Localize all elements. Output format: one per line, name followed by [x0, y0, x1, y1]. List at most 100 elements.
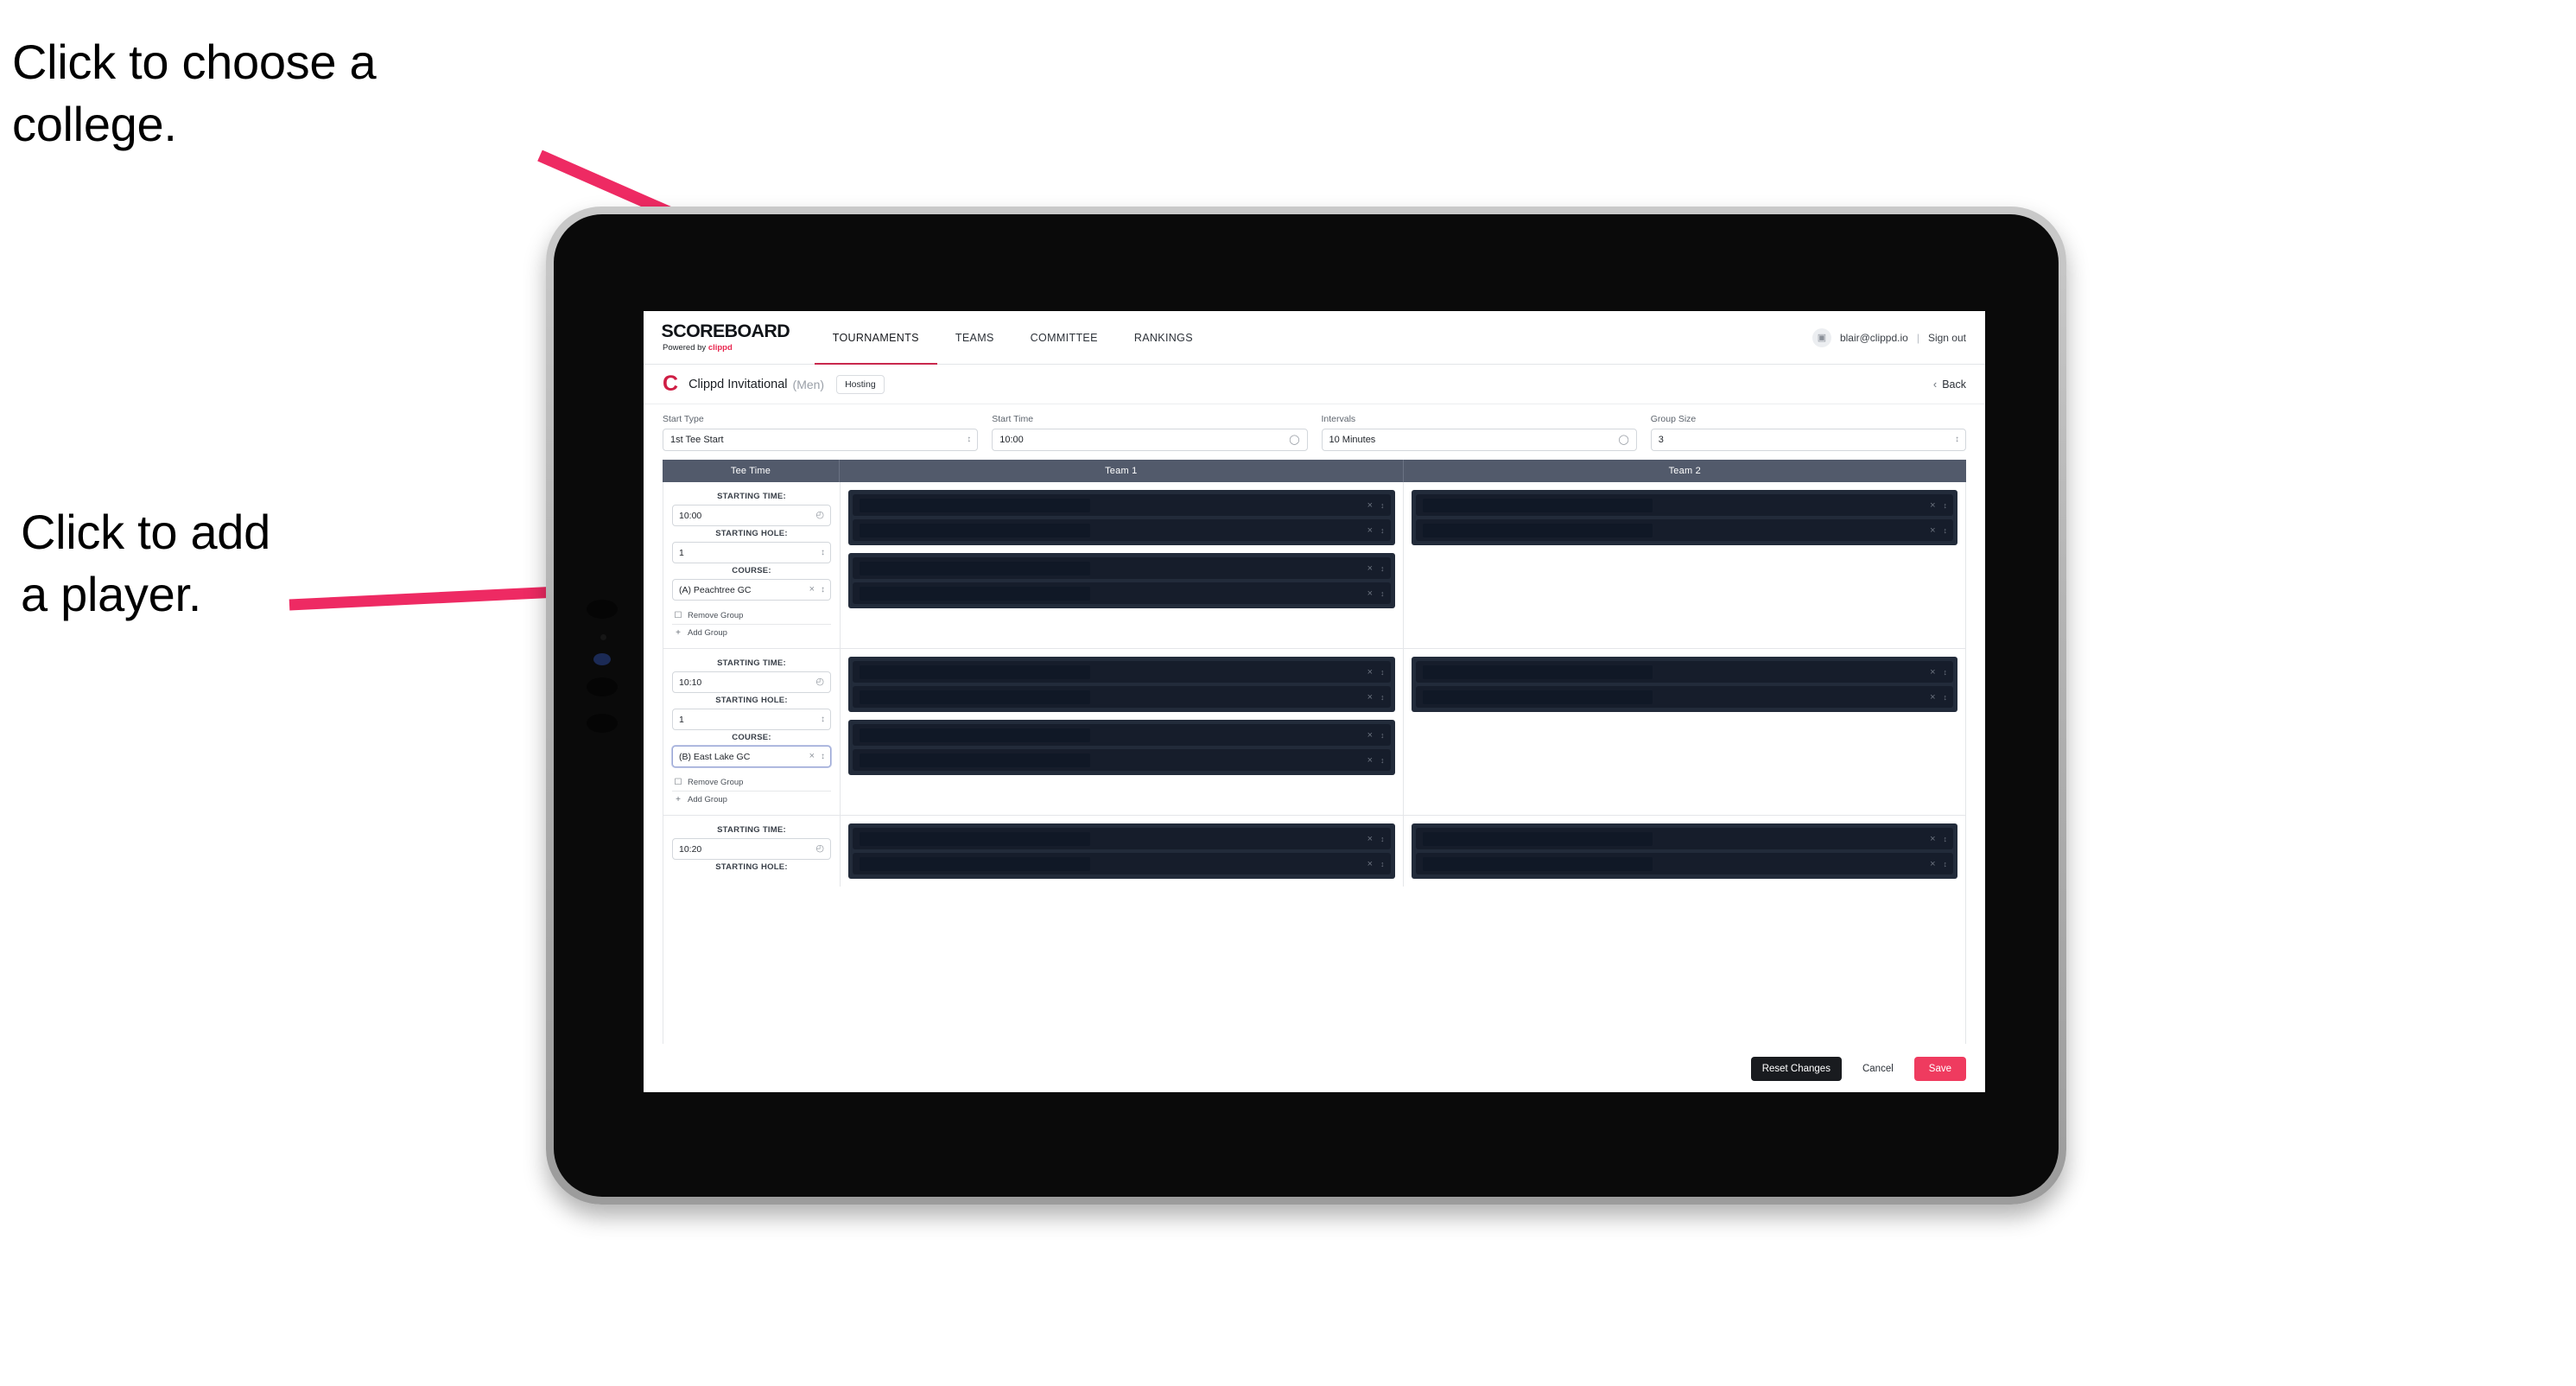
tab-tournaments[interactable]: TOURNAMENTS: [814, 311, 937, 365]
player-slot[interactable]: × ↕: [853, 661, 1391, 683]
player-slot[interactable]: × ↕: [1415, 661, 1953, 683]
reset-changes-button[interactable]: Reset Changes: [1750, 1056, 1842, 1081]
remove-group-button[interactable]: ☐ Remove Group: [672, 607, 831, 625]
close-icon[interactable]: ×: [1367, 525, 1373, 536]
course-select[interactable]: (B) East Lake GC × ↕: [672, 746, 831, 767]
speaker-icon: [587, 677, 618, 696]
add-group-button[interactable]: + Add Group: [672, 792, 831, 808]
tab-teams[interactable]: TEAMS: [937, 311, 1012, 364]
close-icon[interactable]: ×: [1930, 859, 1935, 869]
player-slot[interactable]: × ↕: [853, 828, 1391, 849]
brand-logo[interactable]: SCOREBOARD Powered by clippd: [662, 311, 815, 364]
stepper-icon[interactable]: ↕: [1380, 756, 1384, 765]
player-slot[interactable]: × ↕: [853, 582, 1391, 604]
stepper-icon[interactable]: ↕: [1380, 835, 1384, 843]
player-slot[interactable]: × ↕: [853, 557, 1391, 579]
close-icon[interactable]: ×: [1367, 588, 1373, 599]
close-icon[interactable]: ×: [1367, 834, 1373, 844]
player-slot[interactable]: × ↕: [1415, 494, 1953, 516]
player-group: × ↕ × ↕: [848, 553, 1395, 608]
starting-time-input[interactable]: 10:00 ◴: [672, 505, 831, 526]
stepper-icon[interactable]: ↕: [1380, 860, 1384, 868]
starting-hole-input[interactable]: 1 ↕: [672, 542, 831, 563]
player-slot[interactable]: × ↕: [853, 519, 1391, 541]
group-size-select[interactable]: 3 ↕: [1650, 429, 1966, 451]
stepper-icon[interactable]: ↕: [821, 548, 825, 557]
close-icon[interactable]: ×: [1367, 500, 1373, 511]
cancel-button[interactable]: Cancel: [1854, 1057, 1902, 1081]
player-group: × ↕ × ↕: [1411, 490, 1957, 545]
starting-time-input[interactable]: 10:10 ◴: [672, 671, 831, 693]
player-name-redacted: [860, 561, 1090, 575]
player-slot[interactable]: × ↕: [853, 749, 1391, 771]
avatar[interactable]: ▣: [1811, 327, 1831, 347]
player-slot[interactable]: × ↕: [1415, 519, 1953, 541]
player-slot[interactable]: × ↕: [1415, 686, 1953, 708]
player-slot[interactable]: × ↕: [853, 686, 1391, 708]
trash-icon: ☐: [674, 611, 682, 620]
stepper-icon[interactable]: ↕: [1380, 668, 1384, 677]
stepper-icon[interactable]: ↕: [1380, 501, 1384, 510]
close-icon[interactable]: ×: [1367, 563, 1373, 574]
save-button[interactable]: Save: [1913, 1056, 1966, 1081]
close-icon[interactable]: ×: [1930, 525, 1935, 536]
plus-icon: +: [676, 795, 681, 804]
clock-icon[interactable]: ◴: [815, 844, 824, 854]
stepper-icon[interactable]: ↕: [1380, 526, 1384, 535]
close-icon[interactable]: ×: [1367, 692, 1373, 703]
remove-group-label: Remove Group: [688, 778, 744, 787]
stepper-icon[interactable]: ↕: [1944, 526, 1947, 535]
annotation-add-player: Click to add a player.: [21, 505, 270, 621]
close-icon[interactable]: ×: [1367, 667, 1373, 677]
clock-icon[interactable]: ◯: [1289, 435, 1299, 445]
stepper-icon[interactable]: ↕: [1944, 835, 1947, 843]
stepper-icon[interactable]: ↕: [1944, 501, 1947, 510]
team-1-cell: × ↕ × ↕ × ↕ × ↕: [841, 482, 1404, 648]
stepper-icon[interactable]: ↕: [821, 585, 825, 594]
intervals-input[interactable]: 10 Minutes ◯: [1321, 429, 1637, 451]
close-icon[interactable]: ×: [809, 752, 815, 761]
close-icon[interactable]: ×: [1930, 667, 1935, 677]
stepper-icon[interactable]: ↕: [821, 715, 825, 724]
stepper-icon[interactable]: ↕: [1380, 731, 1384, 740]
player-slot[interactable]: × ↕: [1415, 853, 1953, 874]
close-icon[interactable]: ×: [1367, 859, 1373, 869]
player-slot[interactable]: × ↕: [853, 853, 1391, 874]
back-button[interactable]: ‹ Back: [1933, 378, 1966, 391]
stepper-icon[interactable]: ↕: [1955, 436, 1959, 444]
clock-icon[interactable]: ◯: [1618, 435, 1628, 445]
stepper-icon[interactable]: ↕: [967, 436, 971, 444]
close-icon[interactable]: ×: [1930, 500, 1935, 511]
stepper-icon[interactable]: ↕: [1944, 860, 1947, 868]
sign-out-link[interactable]: Sign out: [1928, 332, 1966, 344]
tab-rankings[interactable]: RANKINGS: [1116, 311, 1211, 364]
add-group-button[interactable]: + Add Group: [672, 625, 831, 641]
stepper-icon[interactable]: ↕: [1380, 693, 1384, 702]
close-icon[interactable]: ×: [1930, 692, 1935, 703]
starting-hole-input[interactable]: 1 ↕: [672, 709, 831, 730]
start-time-input[interactable]: 10:00 ◯: [992, 429, 1308, 451]
close-icon[interactable]: ×: [809, 585, 815, 594]
starting-time-input[interactable]: 10:20 ◴: [672, 838, 831, 860]
player-slot[interactable]: × ↕: [853, 494, 1391, 516]
player-slot[interactable]: × ↕: [853, 724, 1391, 746]
team-2-cell: × ↕ × ↕: [1404, 816, 1966, 887]
stepper-icon[interactable]: ↕: [1944, 693, 1947, 702]
stepper-icon[interactable]: ↕: [1944, 668, 1947, 677]
remove-group-label: Remove Group: [688, 611, 744, 620]
stepper-icon[interactable]: ↕: [1380, 564, 1384, 573]
close-icon[interactable]: ×: [1367, 755, 1373, 766]
remove-group-button[interactable]: ☐ Remove Group: [672, 774, 831, 792]
player-slot[interactable]: × ↕: [1415, 828, 1953, 849]
hosting-badge: Hosting: [836, 374, 885, 394]
close-icon[interactable]: ×: [1367, 730, 1373, 741]
stepper-icon[interactable]: ↕: [821, 752, 825, 761]
close-icon[interactable]: ×: [1930, 834, 1935, 844]
course-select[interactable]: (A) Peachtree GC × ↕: [672, 579, 831, 601]
field-start-type: Start Type 1st Tee Start ↕: [663, 414, 979, 451]
start-type-select[interactable]: 1st Tee Start ↕: [663, 429, 979, 451]
clock-icon[interactable]: ◴: [815, 511, 824, 520]
clock-icon[interactable]: ◴: [815, 677, 824, 687]
stepper-icon[interactable]: ↕: [1380, 589, 1384, 598]
tab-committee[interactable]: COMMITTEE: [1012, 311, 1116, 364]
